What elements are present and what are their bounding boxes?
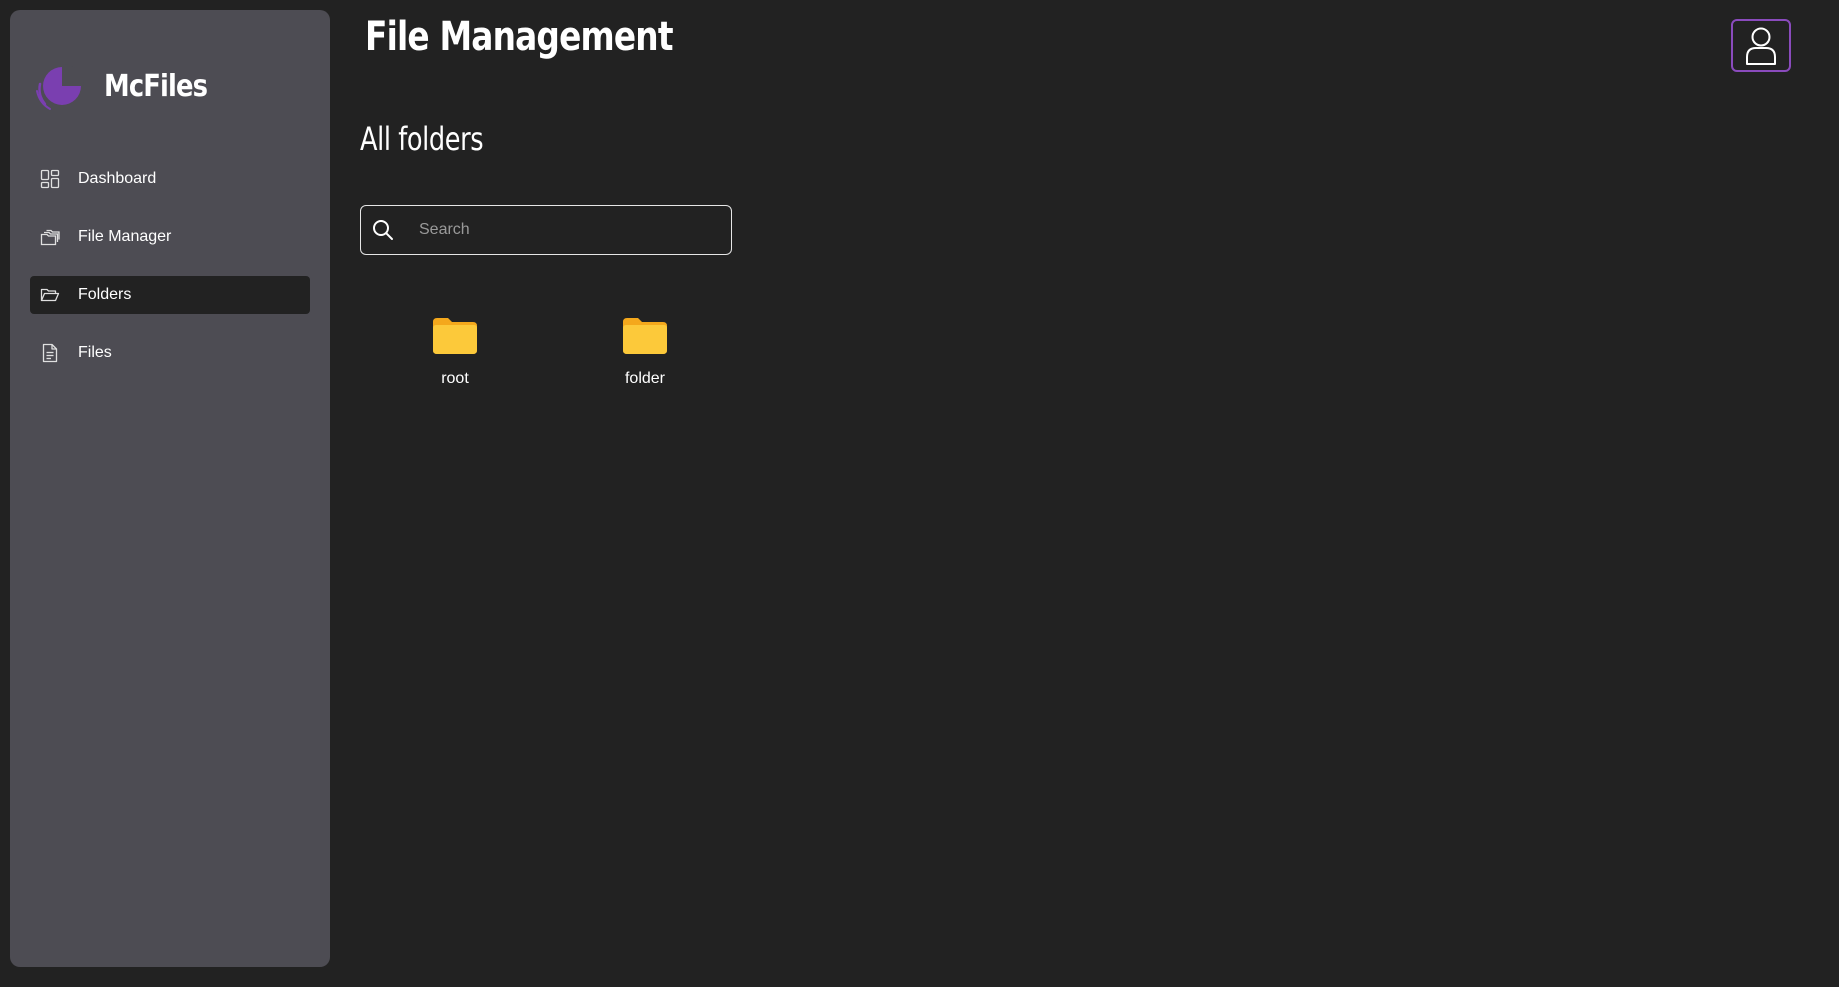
sidebar-nav: Dashboard File Manager Folders Files [30,160,310,392]
sidebar-item-label: Folders [78,286,132,303]
sidebar-item-label: Dashboard [78,170,157,187]
folder-icon [623,318,667,354]
sidebar: McFiles Dashboard File Manager Folders F… [10,10,330,967]
folder-open-icon [40,285,60,305]
folder-name: root [441,370,469,387]
page-title: File Management [365,14,674,60]
dashboard-icon [40,169,60,189]
folder-icon [433,318,477,354]
search-box[interactable] [360,205,732,255]
sidebar-item-folders[interactable]: Folders [30,276,310,314]
section-title: All folders [360,120,484,158]
sidebar-item-files[interactable]: Files [30,334,310,372]
brand[interactable]: McFiles [34,50,224,122]
main-content: File Management All folders root [360,0,1839,987]
folder-grid: root folder [400,318,780,388]
mcfiles-logo-icon [36,64,84,110]
folder-name: folder [624,370,666,387]
search-input[interactable] [417,210,717,250]
folder-item-root[interactable]: root [400,318,510,388]
folder-item-folder[interactable]: folder [590,318,700,388]
user-icon [1746,27,1776,65]
sidebar-item-label: File Manager [78,228,172,245]
user-profile-button[interactable] [1731,19,1791,72]
sidebar-item-file-manager[interactable]: File Manager [30,218,310,256]
search-icon [371,218,395,242]
file-manager-icon [40,227,60,247]
sidebar-item-label: Files [78,344,112,361]
sidebar-item-dashboard[interactable]: Dashboard [30,160,310,198]
app-name: McFiles [104,68,208,104]
file-icon [40,343,60,363]
